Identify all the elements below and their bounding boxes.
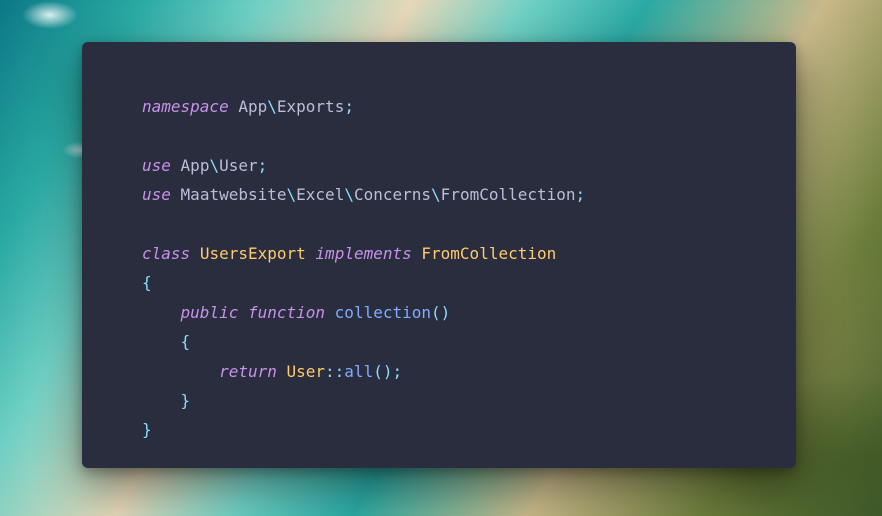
backslash: \ [344,185,354,204]
backslash: \ [209,156,219,175]
class-ref: User [287,362,326,381]
interface-name: FromCollection [421,244,556,263]
keyword-implements: implements [315,244,411,263]
keyword-use: use [142,185,171,204]
backslash: \ [431,185,441,204]
namespace-segment: Maatwebsite [181,185,287,204]
code-block: namespace App\Exports; use App\User; use… [142,92,776,445]
method-call: all [344,362,373,381]
keyword-use: use [142,156,171,175]
keyword-return: return [219,362,277,381]
namespace-segment: Exports [277,97,344,116]
backslash: \ [267,97,277,116]
namespace-segment: App [181,156,210,175]
brace-open: { [181,332,191,351]
brace-close: } [181,391,191,410]
namespace-segment: User [219,156,258,175]
semicolon: ; [258,156,268,175]
brace-close: } [142,420,152,439]
method-name: collection [335,303,431,322]
brace-open: { [142,273,152,292]
namespace-segment: Excel [296,185,344,204]
paren-close: ) [441,303,451,322]
keyword-function: function [248,303,325,322]
namespace-segment: Concerns [354,185,431,204]
code-editor-window: namespace App\Exports; use App\User; use… [82,42,796,468]
paren-open: ( [373,362,383,381]
namespace-segment: App [238,97,267,116]
paren-open: ( [431,303,441,322]
keyword-public: public [181,303,239,322]
namespace-segment: FromCollection [441,185,576,204]
keyword-namespace: namespace [142,97,229,116]
semicolon: ; [344,97,354,116]
keyword-class: class [142,244,190,263]
class-name: UsersExport [200,244,306,263]
double-colon: :: [325,362,344,381]
semicolon: ; [576,185,586,204]
semicolon: ; [392,362,402,381]
backslash: \ [287,185,297,204]
